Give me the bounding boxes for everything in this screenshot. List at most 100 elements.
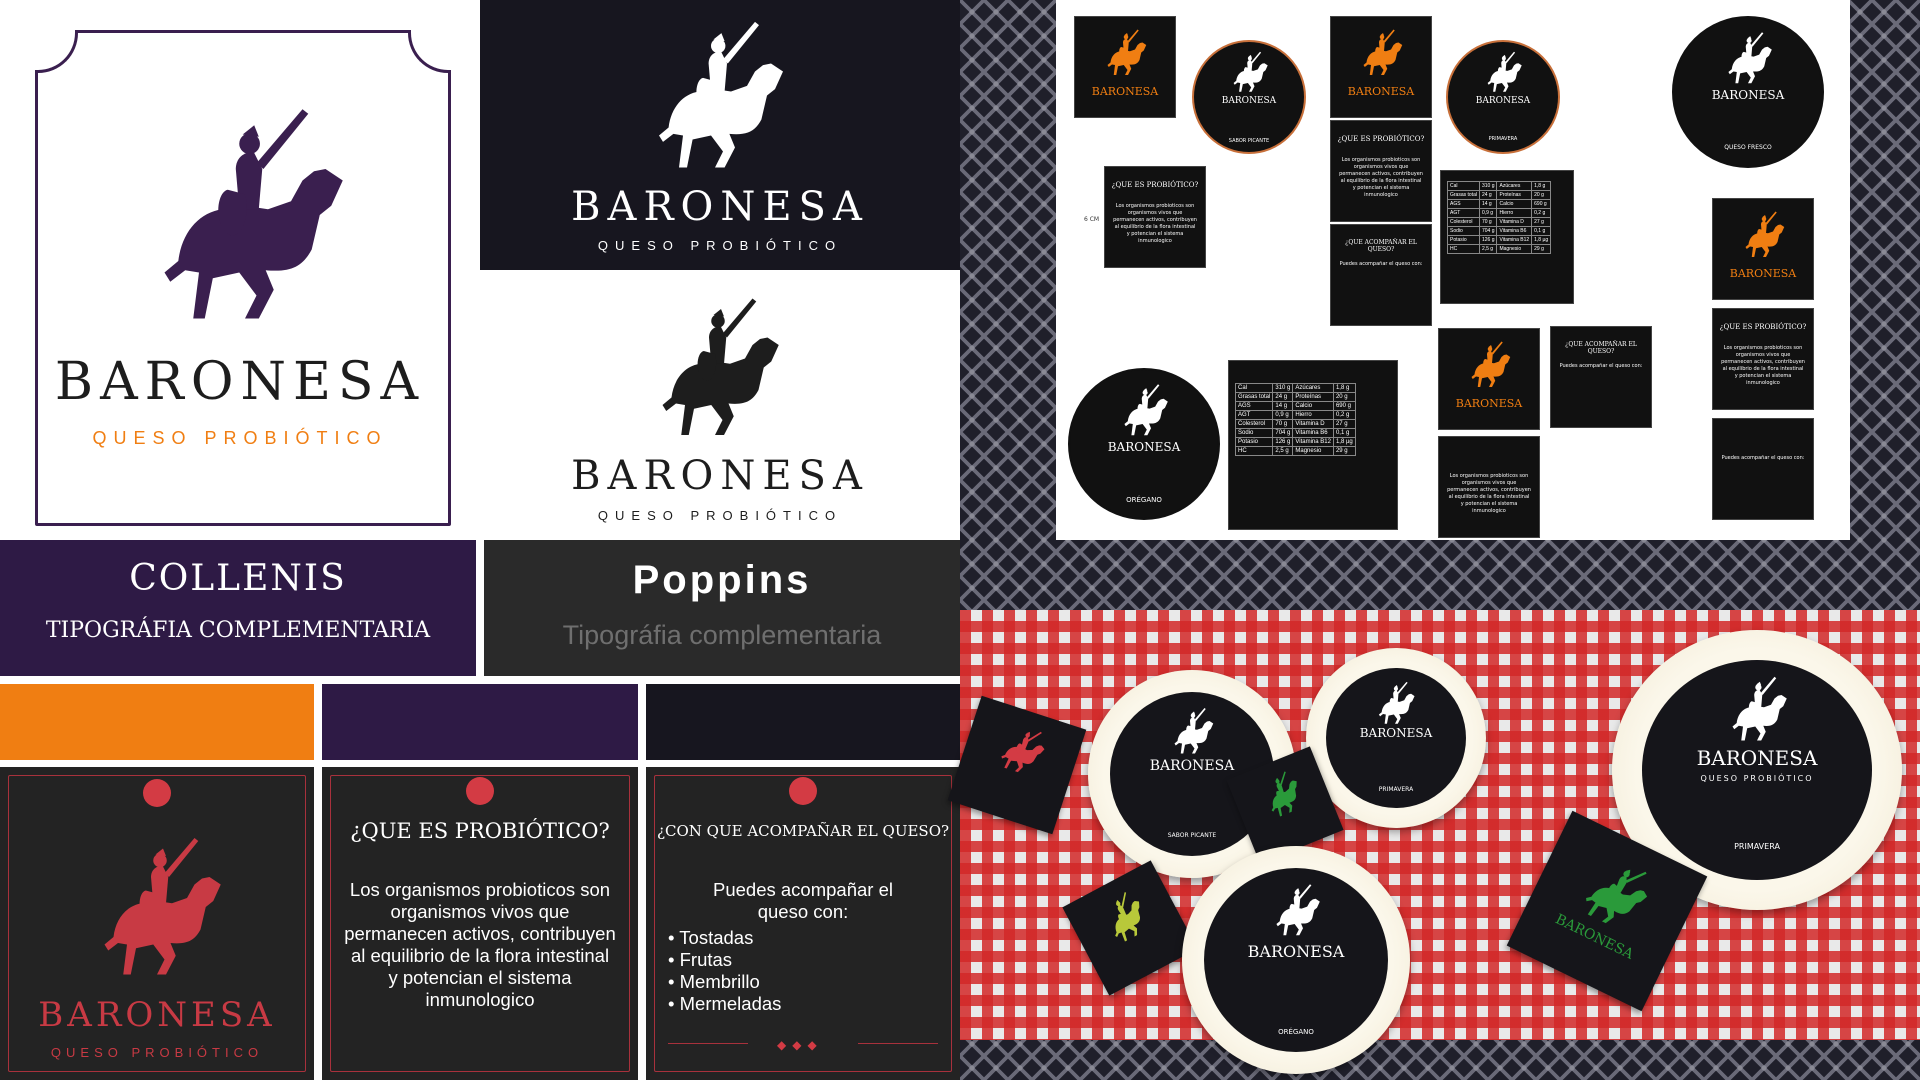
table-row: Colesterol 70 g Vitamina D 27 g xyxy=(1234,419,1356,429)
table-cell: 310 g xyxy=(1272,383,1294,393)
knight-horse-logo xyxy=(1227,50,1271,94)
table-cell: Cal xyxy=(1447,181,1480,191)
brand-tagline: QUESO PROBIÓTICO xyxy=(597,508,843,523)
table-cell: HC xyxy=(1234,446,1274,456)
typography-poppins: Poppins Tipográfia complementaria xyxy=(484,540,960,676)
mini-title: ¿QUE ES PROBIÓTICO? xyxy=(1337,135,1425,143)
cheese-wheel: BARONESA ORÉGANO xyxy=(1182,846,1410,1074)
table-cell: Colesterol xyxy=(1447,217,1480,227)
card-dot xyxy=(466,777,494,805)
table-cell: Potasio xyxy=(1234,437,1274,447)
mini-title: ¿QUE ACOMPAÑAR EL QUESO? xyxy=(1565,341,1637,355)
font-desc: TIPOGRÁFIA COMPLEMENTARIA xyxy=(45,618,431,643)
table-cell: 1,8 g xyxy=(1332,383,1356,393)
card-body: Los organismos probioticos son organismo… xyxy=(344,879,616,1010)
mini-info-probiotic: ¿QUE ES PROBIÓTICO? Los organismos probi… xyxy=(1330,120,1432,222)
logo-panel-dark: BARONESA QUESO PROBIÓTICO xyxy=(480,0,960,270)
table-cell: 20 g xyxy=(1332,392,1356,402)
table-cell: 14 g xyxy=(1478,199,1498,209)
list-item: • Frutas xyxy=(668,949,733,970)
table-cell: Magnesio xyxy=(1496,244,1533,254)
table-cell: 27 g xyxy=(1332,419,1356,429)
logo-panel-purple: BARONESA QUESO PROBIÓTICO xyxy=(0,0,480,540)
size-note: 6 CM xyxy=(1084,216,1100,223)
table-cell: Sodio xyxy=(1234,428,1274,438)
knight-horse-logo xyxy=(1738,207,1788,262)
flavor-label: ORÉGANO xyxy=(1126,496,1162,504)
mini-label-round-spicy: BARONESA SABOR PICANTE xyxy=(1192,40,1306,154)
table-cell: Calcio xyxy=(1292,401,1334,411)
table-cell: Azúcares xyxy=(1292,383,1334,393)
table-cell: 704 g xyxy=(1478,226,1498,236)
font-name: Poppins xyxy=(632,558,812,602)
knight-horse-logo xyxy=(1356,25,1406,80)
label-sheet: BARONESA BARONESA SABOR PICANTE BARONESA… xyxy=(1056,0,1850,540)
table-cell: Grasas total xyxy=(1234,392,1274,402)
table-cell: 29 g xyxy=(1531,244,1552,254)
table-cell: Sodio xyxy=(1447,226,1480,236)
mini-brand: BARONESA xyxy=(1455,397,1523,410)
table-cell: AGT xyxy=(1234,410,1274,420)
table-row: Potasio 126 g Vitamina B12 1,8 µg xyxy=(1234,437,1356,447)
color-swatch-dark xyxy=(646,684,960,760)
mini-body: Puedes acompañar el queso con: xyxy=(1721,455,1805,461)
table-cell: 0,1 g xyxy=(1332,428,1356,438)
hang-tag xyxy=(947,695,1087,835)
knight-horse-logo xyxy=(1092,885,1157,950)
mini-info-probiotic: ¿QUE ES PROBIÓTICO? Los organismos probi… xyxy=(1104,166,1206,268)
divider xyxy=(668,1043,748,1044)
mini-label-round-oregano: BARONESA ORÉGANO xyxy=(1068,368,1220,520)
table-cell: 126 g xyxy=(1478,235,1498,245)
table-cell: Grasas total xyxy=(1447,190,1480,200)
table-row: Sodio 704 g Vitamina B6 0,1 g xyxy=(1234,428,1356,438)
table-cell: Proteínas xyxy=(1496,190,1533,200)
card-probiotic: ¿QUE ES PROBIÓTICO? Los organismos probi… xyxy=(322,767,638,1080)
table-cell: Vitamina B6 xyxy=(1496,226,1533,236)
knight-horse-logo xyxy=(82,827,232,987)
card-border xyxy=(654,775,952,1072)
brand-name: BARONESA xyxy=(571,184,869,230)
table-cell: Cal xyxy=(1234,383,1274,393)
table-cell: 29 g xyxy=(1332,446,1356,456)
card-title: ¿CON QUE ACOMPAÑAR EL QUESO? xyxy=(656,822,950,840)
product-photo: BARONESA SABOR PICANTE BARONESA PRIMAVER… xyxy=(947,610,1920,1074)
mini-brand: BARONESA xyxy=(1711,88,1785,102)
card-title: ¿QUE ES PROBIÓTICO? xyxy=(350,819,610,843)
table-cell: 310 g xyxy=(1478,181,1498,191)
table-cell: 704 g xyxy=(1272,428,1294,438)
table-cell: 70 g xyxy=(1478,217,1498,227)
mini-info-probiotic: ¿QUE ES PROBIÓTICO? Los organismos probi… xyxy=(1712,308,1814,410)
mini-title: ¿QUE ES PROBIÓTICO? xyxy=(1111,181,1199,189)
mini-label-square: BARONESA xyxy=(1074,16,1176,118)
card-intro: Puedes acompañar el queso con: xyxy=(713,879,893,922)
table-cell: Vitamina B12 xyxy=(1292,437,1334,447)
table-cell: 20 g xyxy=(1531,190,1552,200)
table-cell: AGS xyxy=(1447,199,1480,209)
mini-label-square: BARONESA xyxy=(1438,328,1540,430)
table-row: Cal 310 g Azúcares 1,8 g xyxy=(1234,383,1356,393)
table-cell: Hierro xyxy=(1292,410,1334,420)
table-cell: Magnesio xyxy=(1292,446,1334,456)
cheese-tagline: QUESO PROBIÓTICO xyxy=(1700,774,1814,783)
diamond-ornament-icon: ◆◆◆ xyxy=(777,1038,823,1052)
knight-horse-logo xyxy=(1372,680,1418,726)
mini-label-square: BARONESA xyxy=(1712,198,1814,300)
knight-horse-logo xyxy=(1167,706,1217,756)
knight-horse-logo xyxy=(1116,382,1172,438)
table-row: AGS 14 g Calcio 690 g xyxy=(1234,401,1356,411)
mini-body: Los organismos probioticos son organismo… xyxy=(1113,203,1197,244)
table-cell: 690 g xyxy=(1332,401,1356,411)
mini-info-pairing: ¿QUE ACOMPAÑAR EL QUESO? Puedes acompaña… xyxy=(1330,224,1432,326)
table-cell: 1,8 g xyxy=(1531,181,1552,191)
cheese-wheel: BARONESA PRIMAVERA xyxy=(1306,648,1486,828)
table-cell: 14 g xyxy=(1272,401,1294,411)
mini-body: Los organismos probioticos son organismo… xyxy=(1447,473,1531,514)
brand-name: BARONESA xyxy=(38,995,276,1035)
table-cell: 126 g xyxy=(1272,437,1294,447)
pairing-list: • Tostadas • Frutas • Membrillo • Mermel… xyxy=(668,927,928,1015)
mini-info-pairing: ¿QUE ACOMPAÑAR EL QUESO? Puedes acompaña… xyxy=(1550,326,1652,428)
knight-horse-logo xyxy=(130,80,360,350)
mini-brand: BARONESA xyxy=(1729,267,1797,280)
knight-horse-logo xyxy=(1464,337,1514,392)
mini-brand: BARONESA xyxy=(1475,96,1531,106)
